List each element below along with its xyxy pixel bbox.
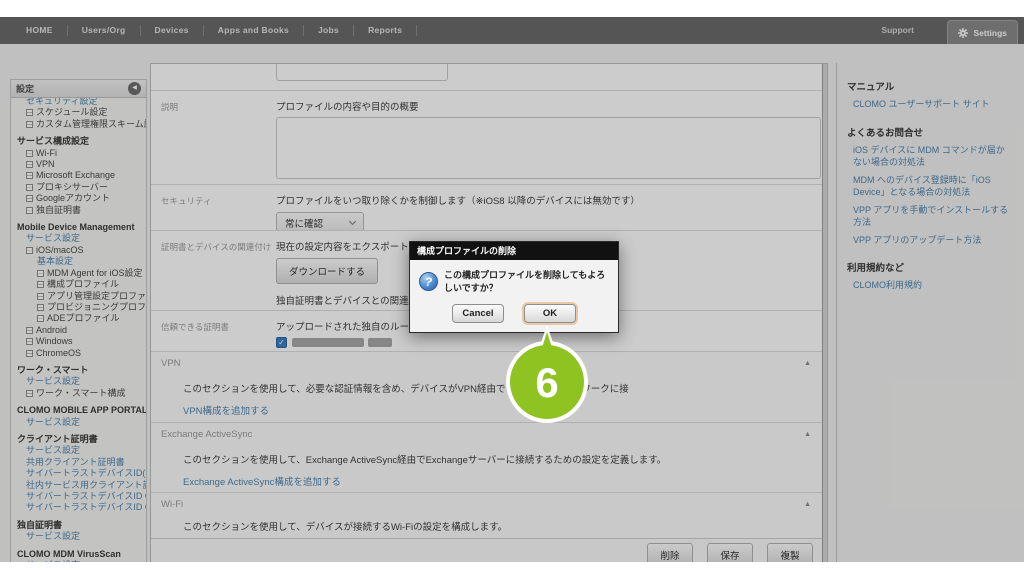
dialog-title: 構成プロファイルの削除 bbox=[410, 242, 618, 260]
question-icon: ? bbox=[419, 272, 438, 291]
dialog-message: この構成プロファイルを削除してもよろしいですか？ bbox=[444, 268, 609, 294]
delete-confirm-dialog: 構成プロファイルの削除 ? この構成プロファイルを削除してもよろしいですか？ C… bbox=[409, 241, 619, 333]
ok-button[interactable]: OK bbox=[524, 304, 576, 323]
cancel-button[interactable]: Cancel bbox=[452, 304, 504, 323]
app-window: HOMEUsers/OrgDevicesApps and BooksJobsRe… bbox=[0, 17, 1024, 562]
